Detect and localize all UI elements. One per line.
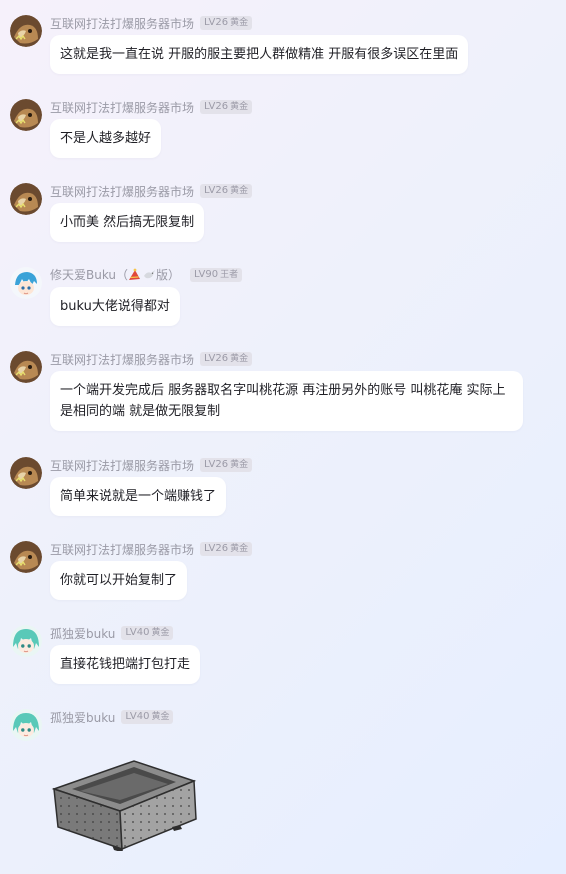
message-bubble[interactable]: 一个端开发完成后 服务器取名字叫桃花源 再注册另外的账号 叫桃花庵 实际上是相同… (50, 371, 523, 431)
dog-avatar[interactable] (10, 15, 42, 47)
sender-name[interactable]: 互联网打法打爆服务器市场 (50, 183, 194, 200)
chat-message-list: 互联网打法打爆服务器市场 LV26 黄金 这就是我一直在说 开服的服主要把人群做… (0, 0, 566, 874)
sender-name[interactable]: 互联网打法打爆服务器市场 (50, 457, 194, 474)
message-bubble[interactable]: 小而美 然后搞无限复制 (50, 203, 205, 242)
dog-avatar-icon (10, 541, 42, 573)
level-text: LV40 (125, 711, 150, 722)
level-title: 黄金 (230, 186, 249, 196)
message-bubble[interactable]: 这就是我一直在说 开服的服主要把人群做精准 开服有很多误区在里面 (50, 35, 469, 74)
dog-avatar[interactable] (10, 351, 42, 383)
anime-teal-hair-avatar-icon (10, 625, 42, 657)
dog-avatar[interactable] (10, 183, 42, 215)
dog-avatar-icon (10, 457, 42, 489)
message-bubble[interactable]: 不是人越多越好 (50, 119, 162, 158)
message-bubble[interactable]: buku大佬说得都对 (50, 287, 180, 326)
level-title: 黄金 (230, 354, 249, 364)
level-text: LV40 (125, 627, 150, 638)
message-bubble[interactable]: 你就可以开始复制了 (50, 561, 188, 600)
dove-icon (142, 268, 156, 284)
anime-teal-hair-avatar[interactable] (10, 625, 42, 657)
level-title: 黄金 (230, 102, 249, 112)
sender-name[interactable]: 孤独爱buku (50, 709, 115, 726)
sender-name[interactable]: 修天爱Buku（ 版） (50, 266, 180, 284)
sender-name[interactable]: 互联网打法打爆服务器市场 (50, 99, 194, 116)
level-badge: LV26 黄金 (200, 16, 253, 30)
anime-teal-hair-avatar[interactable] (10, 709, 42, 741)
level-badge: LV26 黄金 (200, 542, 253, 556)
party-hat-icon (128, 268, 142, 284)
dog-avatar-icon (10, 183, 42, 215)
hopper-block-sticker[interactable] (50, 747, 202, 853)
level-text: LV26 (204, 101, 229, 112)
level-text: LV26 (204, 459, 229, 470)
anime-blue-hair-avatar[interactable] (10, 267, 42, 299)
sender-name-text: 修天爱Buku（ (50, 268, 129, 282)
level-badge: LV90 王者 (190, 268, 243, 282)
hopper-block-image (51, 760, 197, 853)
dog-avatar[interactable] (10, 457, 42, 489)
level-badge: LV26 黄金 (200, 458, 253, 472)
level-text: LV90 (194, 269, 219, 280)
level-text: LV26 (204, 17, 229, 28)
level-badge: LV26 黄金 (200, 184, 253, 198)
level-title: 黄金 (230, 18, 249, 28)
sender-name[interactable]: 互联网打法打爆服务器市场 (50, 15, 194, 32)
sender-name[interactable]: 孤独爱buku (50, 625, 115, 642)
sender-name-suffix: 版） (156, 268, 181, 282)
level-text: LV26 (204, 185, 229, 196)
level-badge: LV26 黄金 (200, 352, 253, 366)
dog-avatar[interactable] (10, 99, 42, 131)
sender-name[interactable]: 互联网打法打爆服务器市场 (50, 541, 194, 558)
level-title: 黄金 (230, 460, 249, 470)
level-badge: LV40 黄金 (121, 710, 174, 724)
level-badge: LV40 黄金 (121, 626, 174, 640)
level-text: LV26 (204, 543, 229, 554)
message-bubble[interactable]: 简单来说就是一个端赚钱了 (50, 477, 227, 516)
dog-avatar-icon (10, 15, 42, 47)
level-title: 黄金 (151, 712, 170, 722)
dog-avatar-icon (10, 99, 42, 131)
level-title: 黄金 (151, 628, 170, 638)
dog-avatar[interactable] (10, 541, 42, 573)
level-text: LV26 (204, 353, 229, 364)
message-bubble[interactable]: 直接花钱把端打包打走 (50, 645, 201, 684)
level-badge: LV26 黄金 (200, 100, 253, 114)
dog-avatar-icon (10, 351, 42, 383)
level-title: 王者 (220, 270, 239, 280)
level-title: 黄金 (230, 544, 249, 554)
anime-teal-hair-avatar-icon (10, 709, 42, 741)
sender-name[interactable]: 互联网打法打爆服务器市场 (50, 351, 194, 368)
anime-blue-hair-avatar-icon (10, 267, 42, 299)
